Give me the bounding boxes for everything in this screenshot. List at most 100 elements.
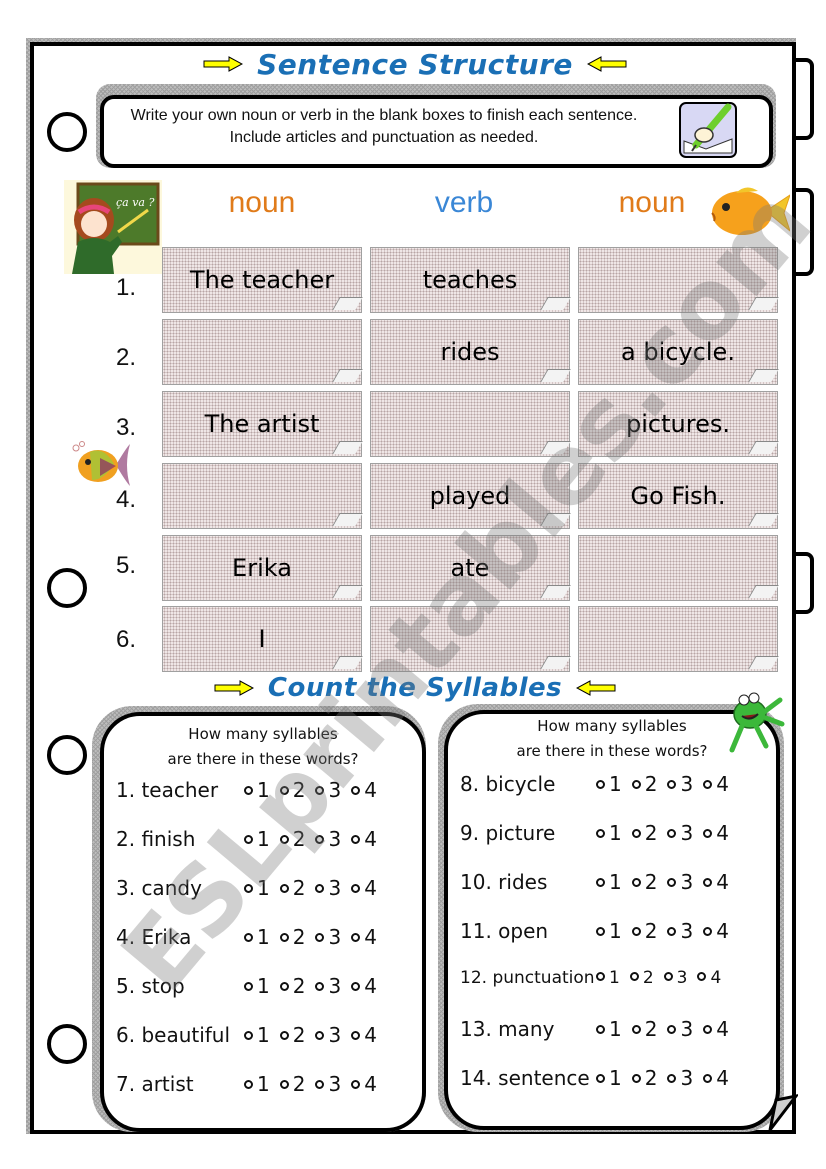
radio-circle-icon[interactable] xyxy=(244,1080,253,1089)
blank-answer-box[interactable] xyxy=(578,247,778,313)
syllable-option-radio[interactable]: 2 xyxy=(279,974,305,998)
radio-circle-icon[interactable] xyxy=(663,972,673,981)
syllable-option-radio[interactable]: 3 xyxy=(667,1017,693,1041)
syllable-option-radio[interactable]: 4 xyxy=(351,778,377,802)
syllable-option-radio[interactable]: 3 xyxy=(315,876,341,900)
radio-circle-icon[interactable] xyxy=(631,1025,641,1034)
radio-circle-icon[interactable] xyxy=(667,829,677,838)
syllable-option-radio[interactable]: 3 xyxy=(315,778,341,802)
syllable-option-radio[interactable]: 2 xyxy=(279,1072,305,1096)
radio-circle-icon[interactable] xyxy=(631,878,641,887)
radio-circle-icon[interactable] xyxy=(631,780,641,789)
syllable-option-radio[interactable]: 2 xyxy=(279,778,305,802)
syllable-option-radio[interactable]: 3 xyxy=(315,925,341,949)
radio-circle-icon[interactable] xyxy=(596,927,605,936)
syllable-option-radio[interactable]: 1 xyxy=(596,1017,622,1041)
radio-circle-icon[interactable] xyxy=(703,878,713,887)
radio-circle-icon[interactable] xyxy=(596,878,605,887)
radio-circle-icon[interactable] xyxy=(279,884,289,893)
radio-circle-icon[interactable] xyxy=(667,927,677,936)
radio-circle-icon[interactable] xyxy=(351,1031,361,1040)
radio-circle-icon[interactable] xyxy=(315,884,325,893)
syllable-option-radio[interactable]: 3 xyxy=(663,968,687,988)
radio-circle-icon[interactable] xyxy=(703,927,713,936)
radio-circle-icon[interactable] xyxy=(596,1025,605,1034)
syllable-option-radio[interactable]: 2 xyxy=(629,968,654,988)
radio-circle-icon[interactable] xyxy=(244,835,253,844)
radio-circle-icon[interactable] xyxy=(596,972,605,981)
radio-circle-icon[interactable] xyxy=(279,1031,289,1040)
syllable-option-radio[interactable]: 2 xyxy=(631,772,657,796)
syllable-option-radio[interactable]: 1 xyxy=(244,974,270,998)
syllable-option-radio[interactable]: 4 xyxy=(703,772,729,796)
radio-circle-icon[interactable] xyxy=(279,933,289,942)
radio-circle-icon[interactable] xyxy=(631,927,641,936)
radio-circle-icon[interactable] xyxy=(703,1025,713,1034)
syllable-option-radio[interactable]: 1 xyxy=(244,1072,270,1096)
syllable-option-radio[interactable]: 2 xyxy=(279,827,305,851)
radio-circle-icon[interactable] xyxy=(351,786,361,795)
syllable-option-radio[interactable]: 1 xyxy=(596,1066,622,1090)
radio-circle-icon[interactable] xyxy=(279,786,289,795)
syllable-option-radio[interactable]: 3 xyxy=(315,1072,341,1096)
syllable-option-radio[interactable]: 2 xyxy=(631,870,657,894)
radio-circle-icon[interactable] xyxy=(631,829,641,838)
radio-circle-icon[interactable] xyxy=(351,982,361,991)
syllable-option-radio[interactable]: 4 xyxy=(351,925,377,949)
syllable-option-radio[interactable]: 1 xyxy=(244,827,270,851)
radio-circle-icon[interactable] xyxy=(279,982,289,991)
blank-answer-box[interactable] xyxy=(162,319,362,385)
radio-circle-icon[interactable] xyxy=(667,878,677,887)
radio-circle-icon[interactable] xyxy=(697,972,707,981)
syllable-option-radio[interactable]: 1 xyxy=(244,1023,270,1047)
syllable-option-radio[interactable]: 4 xyxy=(703,821,729,845)
radio-circle-icon[interactable] xyxy=(596,780,605,789)
syllable-option-radio[interactable]: 4 xyxy=(351,1072,377,1096)
radio-circle-icon[interactable] xyxy=(667,1074,677,1083)
radio-circle-icon[interactable] xyxy=(315,835,325,844)
syllable-option-radio[interactable]: 3 xyxy=(667,919,693,943)
radio-circle-icon[interactable] xyxy=(667,780,677,789)
radio-circle-icon[interactable] xyxy=(315,786,325,795)
syllable-option-radio[interactable]: 4 xyxy=(351,1023,377,1047)
radio-circle-icon[interactable] xyxy=(351,884,361,893)
radio-circle-icon[interactable] xyxy=(629,972,639,981)
syllable-option-radio[interactable]: 2 xyxy=(631,919,657,943)
syllable-option-radio[interactable]: 4 xyxy=(351,876,377,900)
syllable-option-radio[interactable]: 1 xyxy=(596,821,622,845)
radio-circle-icon[interactable] xyxy=(596,1074,605,1083)
syllable-option-radio[interactable]: 2 xyxy=(631,821,657,845)
blank-answer-box[interactable] xyxy=(578,535,778,601)
syllable-option-radio[interactable]: 3 xyxy=(667,821,693,845)
blank-answer-box[interactable] xyxy=(370,606,570,672)
syllable-option-radio[interactable]: 2 xyxy=(631,1017,657,1041)
syllable-option-radio[interactable]: 4 xyxy=(703,870,729,894)
syllable-option-radio[interactable]: 2 xyxy=(279,1023,305,1047)
radio-circle-icon[interactable] xyxy=(244,933,253,942)
syllable-option-radio[interactable]: 1 xyxy=(596,919,622,943)
syllable-option-radio[interactable]: 3 xyxy=(315,1023,341,1047)
radio-circle-icon[interactable] xyxy=(279,1080,289,1089)
syllable-option-radio[interactable]: 1 xyxy=(244,778,270,802)
radio-circle-icon[interactable] xyxy=(703,829,713,838)
radio-circle-icon[interactable] xyxy=(315,982,325,991)
syllable-option-radio[interactable]: 4 xyxy=(351,974,377,998)
syllable-option-radio[interactable]: 3 xyxy=(667,1066,693,1090)
syllable-option-radio[interactable]: 3 xyxy=(315,827,341,851)
syllable-option-radio[interactable]: 2 xyxy=(279,876,305,900)
syllable-option-radio[interactable]: 3 xyxy=(667,772,693,796)
radio-circle-icon[interactable] xyxy=(596,829,605,838)
blank-answer-box[interactable] xyxy=(162,463,362,529)
syllable-option-radio[interactable]: 2 xyxy=(279,925,305,949)
syllable-option-radio[interactable]: 1 xyxy=(244,876,270,900)
radio-circle-icon[interactable] xyxy=(244,1031,253,1040)
blank-answer-box[interactable] xyxy=(578,606,778,672)
radio-circle-icon[interactable] xyxy=(351,835,361,844)
syllable-option-radio[interactable]: 3 xyxy=(667,870,693,894)
radio-circle-icon[interactable] xyxy=(703,1074,713,1083)
radio-circle-icon[interactable] xyxy=(315,1080,325,1089)
syllable-option-radio[interactable]: 3 xyxy=(315,974,341,998)
syllable-option-radio[interactable]: 4 xyxy=(697,968,721,988)
blank-answer-box[interactable] xyxy=(370,391,570,457)
radio-circle-icon[interactable] xyxy=(244,884,253,893)
